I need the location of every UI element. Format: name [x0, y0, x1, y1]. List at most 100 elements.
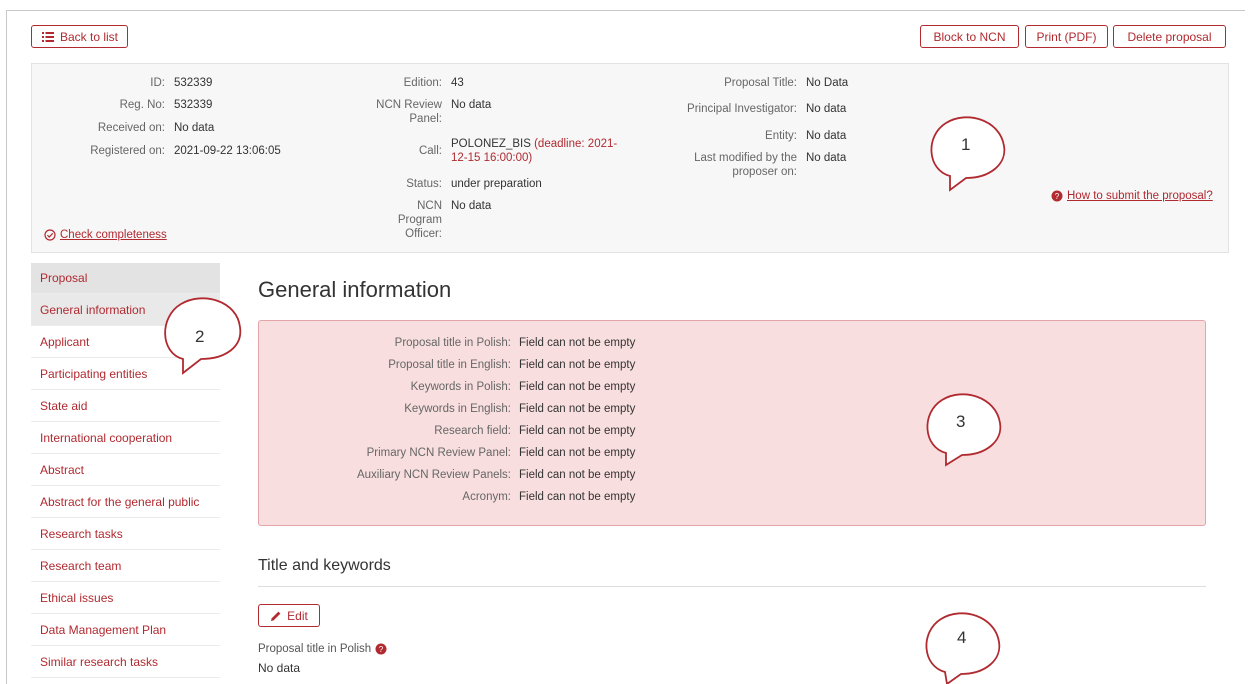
check-completeness-label: Check completeness — [60, 229, 167, 241]
sidebar-item-ethical-issues[interactable]: Ethical issues — [31, 582, 220, 614]
label-line: Officer: — [405, 228, 442, 240]
callout-number-3: 3 — [956, 412, 966, 431]
error-row: Auxiliary NCN Review Panels: Field can n… — [259, 468, 635, 482]
info-value: No data — [806, 103, 847, 115]
print-pdf-button[interactable]: Print (PDF) — [1025, 25, 1108, 48]
label-line: NCN Review — [376, 99, 442, 111]
how-to-submit-label: How to submit the proposal? — [1067, 190, 1213, 202]
error-field-label: Acronym: — [462, 491, 511, 503]
info-label: Entity: — [765, 130, 797, 142]
back-to-list-button[interactable]: Back to list — [31, 25, 128, 48]
error-field-label: Keywords in Polish: — [410, 381, 511, 393]
sidebar-item-research-tasks[interactable]: Research tasks — [31, 518, 220, 550]
error-row: Keywords in English: Field can not be em… — [259, 402, 635, 416]
info-status-row: Status: under preparation — [362, 177, 542, 191]
error-row: Primary NCN Review Panel: Field can not … — [259, 446, 636, 460]
info-label: Received on: — [97, 122, 165, 134]
proposal-info-panel: ID: 532339 Reg. No: 532339 Received on: … — [31, 63, 1229, 253]
help-circle-icon[interactable]: ? — [375, 643, 387, 655]
callout-number-2: 2 — [195, 327, 205, 346]
sidebar-item-international-cooperation[interactable]: International cooperation — [31, 422, 220, 454]
info-edition-row: Edition: 43 — [362, 76, 464, 90]
label-line: Panel: — [409, 113, 442, 125]
edit-label: Edit — [287, 608, 308, 623]
info-label: Edition: — [403, 77, 442, 89]
info-reg-row: Reg. No: 532339 — [62, 98, 213, 112]
check-completeness-link[interactable]: Check completeness — [44, 229, 167, 241]
error-field-label: Proposal title in Polish: — [394, 337, 511, 349]
info-title-row: Proposal Title: No Data — [652, 76, 848, 90]
error-message: Field can not be empty — [519, 469, 636, 481]
sidebar-item-state-aid[interactable]: State aid — [31, 390, 220, 422]
info-label: NCN Program Officer: — [362, 199, 442, 241]
page-title: General information — [258, 277, 452, 302]
sidebar-item-abstract[interactable]: Abstract — [31, 454, 220, 486]
info-panel-row: NCN Review Panel: No data — [362, 98, 491, 126]
error-message: Field can not be empty — [519, 337, 636, 349]
edit-button[interactable]: Edit — [258, 604, 320, 627]
how-to-submit-link[interactable]: ? How to submit the proposal? — [1051, 190, 1213, 202]
info-officer-row: NCN Program Officer: No data — [362, 199, 491, 241]
field-value-title-polish: No data — [258, 661, 301, 675]
info-value: No data — [806, 152, 847, 164]
info-value: No data — [451, 99, 492, 111]
info-id-row: ID: 532339 — [62, 76, 212, 90]
svg-text:?: ? — [1055, 192, 1060, 201]
block-to-ncn-button[interactable]: Block to NCN — [920, 25, 1019, 48]
info-value: No Data — [806, 77, 849, 89]
error-row: Keywords in Polish: Field can not be emp… — [259, 380, 636, 394]
back-to-list-label: Back to list — [59, 29, 119, 44]
info-value: 532339 — [174, 99, 213, 111]
sidebar-item-abstract-general-public[interactable]: Abstract for the general public — [31, 486, 220, 518]
error-message: Field can not be empty — [519, 381, 636, 393]
error-row: Proposal title in English: Field can not… — [259, 358, 635, 372]
error-field-label: Research field: — [434, 425, 511, 437]
list-icon — [41, 31, 54, 42]
call-deadline: (deadline: 2021- — [534, 138, 618, 150]
window-frame-top — [6, 10, 1245, 11]
info-label: Principal Investigator: — [687, 103, 797, 115]
call-name: POLONEZ_BIS — [451, 138, 531, 150]
info-label: Status: — [406, 178, 442, 190]
section-divider — [258, 586, 1206, 587]
info-value: No data — [451, 200, 492, 212]
window-frame-left — [6, 10, 7, 684]
check-circle-icon — [44, 229, 56, 241]
label-line: NCN — [417, 200, 442, 212]
info-label: Last modified by the proposer on: — [652, 151, 797, 179]
delete-proposal-button[interactable]: Delete proposal — [1113, 25, 1226, 48]
info-entity-row: Entity: No data — [652, 129, 846, 143]
info-received-row: Received on: No data — [62, 121, 214, 135]
label-line: Last modified by the — [694, 152, 797, 164]
sidebar-item-data-management-plan[interactable]: Data Management Plan — [31, 614, 220, 646]
info-value: under preparation — [451, 178, 542, 190]
info-registered-row: Registered on: 2021-09-22 13:06:05 — [62, 144, 281, 158]
section-title: Title and keywords — [258, 557, 391, 574]
error-message: Field can not be empty — [519, 491, 636, 503]
info-label: ID: — [150, 77, 165, 89]
error-row: Acronym: Field can not be empty — [259, 490, 635, 504]
error-message: Field can not be empty — [519, 425, 636, 437]
sidebar-item-research-team[interactable]: Research team — [31, 550, 220, 582]
call-deadline: 12-15 16:00:00) — [451, 152, 533, 164]
error-message: Field can not be empty — [519, 447, 636, 459]
info-value: 532339 — [174, 77, 213, 89]
pencil-icon — [271, 611, 281, 621]
validation-errors-box: Proposal title in Polish: Field can not … — [258, 320, 1206, 526]
info-pi-row: Principal Investigator: No data — [652, 102, 846, 116]
error-field-label: Keywords in English: — [404, 403, 511, 415]
label-line: proposer on: — [732, 166, 797, 178]
error-row: Research field: Field can not be empty — [259, 424, 635, 438]
sidebar-item-similar-research-tasks[interactable]: Similar research tasks — [31, 646, 220, 678]
help-circle-icon: ? — [1051, 190, 1063, 202]
info-label: Reg. No: — [119, 99, 165, 111]
info-value: POLONEZ_BIS (deadline: 2021- 12-15 16:00… — [451, 137, 617, 165]
info-call-row: Call: POLONEZ_BIS (deadline: 2021- 12-15… — [362, 137, 617, 165]
sidebar-header[interactable]: Proposal — [31, 263, 220, 294]
error-field-label: Primary NCN Review Panel: — [366, 447, 511, 459]
error-field-label: Auxiliary NCN Review Panels: — [356, 469, 511, 481]
field-label-title-polish: Proposal title in Polish ? — [258, 643, 387, 655]
field-label-text: Proposal title in Polish — [258, 643, 372, 655]
callout-number-1: 1 — [961, 135, 971, 154]
error-message: Field can not be empty — [519, 359, 636, 371]
